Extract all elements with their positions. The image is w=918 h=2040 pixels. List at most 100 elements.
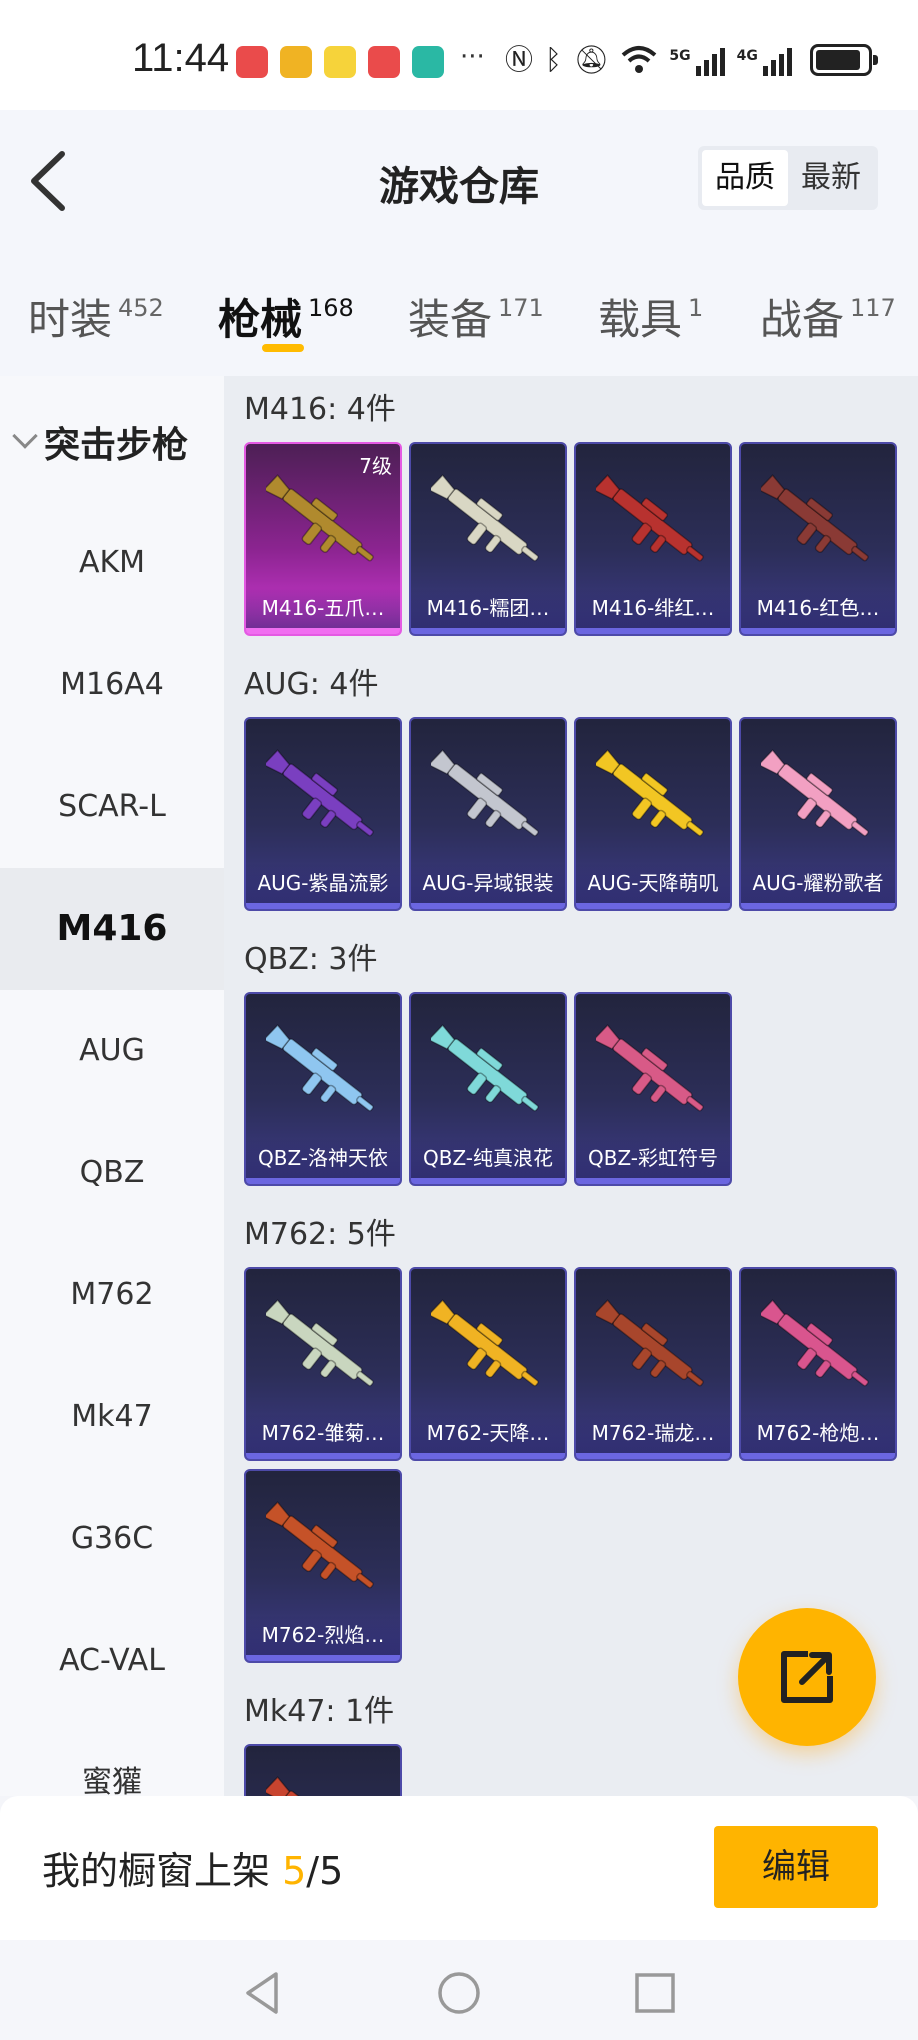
status-time: 11:44 (132, 36, 230, 80)
gun-skin-image (761, 474, 869, 562)
rarity-bar (246, 1655, 400, 1661)
skin-name: AUG-异域银装 (411, 863, 565, 903)
sidebar-group-assault-rifles[interactable]: 突击步枪 (12, 416, 188, 468)
sidebar-item-aug[interactable]: AUG (0, 990, 224, 1112)
bluetooth-icon: ᛒ (545, 43, 562, 76)
yellow-app-icon (324, 46, 356, 78)
signal-5g-icon: 5G (669, 44, 725, 76)
nav-home-icon[interactable] (436, 1970, 482, 2016)
skin-card[interactable]: M762-雏菊… (244, 1267, 402, 1461)
skin-card[interactable]: AUG-异域银装 (409, 717, 567, 911)
skin-name: M762-瑞龙… (576, 1413, 730, 1453)
edit-button[interactable]: 编辑 (714, 1826, 878, 1908)
gun-skin-image (596, 749, 704, 837)
sort-quality-button[interactable]: 品质 (702, 150, 788, 206)
section-title-m416: M416: 4件 (244, 392, 396, 427)
rarity-bar (411, 628, 565, 634)
section-title-qbz: QBZ: 3件 (244, 942, 378, 977)
skin-name: M416-红色… (741, 588, 895, 628)
gun-skin-image (266, 474, 374, 562)
sidebar-item-m16a4[interactable]: M16A4 (0, 624, 224, 746)
gun-skin-image (266, 1501, 374, 1589)
sidebar-item-m416[interactable]: M416 (0, 868, 224, 990)
rarity-bar (741, 628, 895, 634)
tab-vehicles[interactable]: 载具 1 (598, 286, 703, 347)
sidebar-item-qbz[interactable]: QBZ (0, 1112, 224, 1234)
sort-toggle: 品质 最新 (698, 146, 878, 210)
skin-name: M762-枪炮… (741, 1413, 895, 1453)
wifi-icon (622, 46, 657, 73)
skin-name: AUG-紫晶流影 (246, 863, 400, 903)
notification-icons (236, 46, 444, 78)
rarity-bar (246, 628, 400, 634)
skin-card[interactable]: M762-天降… (409, 1267, 567, 1461)
rarity-bar (741, 1453, 895, 1459)
share-button[interactable] (738, 1608, 876, 1746)
share-icon (781, 1651, 833, 1703)
sidebar-item-mk47[interactable]: Mk47 (0, 1356, 224, 1478)
sidebar-item-g36c[interactable]: G36C (0, 1478, 224, 1600)
huawei-app-icon (368, 46, 400, 78)
skin-card[interactable]: M416-绯红… (574, 442, 732, 636)
skin-card[interactable]: QBZ-洛神天依 (244, 992, 402, 1186)
sidebar-item-honey-badger[interactable]: 蜜獾 (0, 1722, 224, 1796)
skin-card[interactable]: AUG-天降萌叽 (574, 717, 732, 911)
sidebar-item-akm[interactable]: AKM (0, 502, 224, 624)
skin-card[interactable]: QBZ-纯真浪花 (409, 992, 567, 1186)
showcase-total-count: 5 (319, 1849, 344, 1893)
rarity-bar (576, 628, 730, 634)
shield-app-icon (412, 46, 444, 78)
more-notifications-icon: ··· (460, 42, 485, 72)
showcase-bar: 我的橱窗上架 5/5 编辑 (0, 1796, 918, 1940)
gun-skin-image (761, 1299, 869, 1387)
gun-skin-image (266, 749, 374, 837)
section-title-aug: AUG: 4件 (244, 667, 379, 702)
gun-skin-image (266, 1024, 374, 1112)
skin-card[interactable]: QBZ-彩虹符号 (574, 992, 732, 1186)
sidebar-item-m762[interactable]: M762 (0, 1234, 224, 1356)
rarity-bar (741, 903, 895, 909)
skin-card[interactable]: AUG-耀粉歌者 (739, 717, 897, 911)
skin-card[interactable]: M762-瑞龙… (574, 1267, 732, 1461)
weapon-sidebar: 突击步枪 AKM M16A4 SCAR-L M416 AUG QBZ M762 … (0, 376, 224, 1796)
gun-skin-image (266, 1776, 363, 1796)
tab-fashion[interactable]: 时装 452 (28, 286, 164, 347)
skin-card[interactable] (244, 1744, 402, 1796)
sidebar-item-scar-l[interactable]: SCAR-L (0, 746, 224, 868)
target-app-icon (280, 46, 312, 78)
header: 游戏仓库 品质 最新 (0, 110, 918, 260)
tab-supplies[interactable]: 战备 117 (760, 286, 896, 347)
skin-name: M416-绯红… (576, 588, 730, 628)
skin-card[interactable]: M762-枪炮… (739, 1267, 897, 1461)
section-title-m762: M762: 5件 (244, 1217, 396, 1252)
skin-name: M762-天降… (411, 1413, 565, 1453)
skin-card[interactable]: M416-红色… (739, 442, 897, 636)
signal-4g-icon: 4G (737, 44, 792, 76)
skin-card[interactable]: 7级 M416-五爪… (244, 442, 402, 636)
skin-name: QBZ-彩虹符号 (576, 1138, 730, 1178)
showcase-current-count: 5 (282, 1849, 307, 1893)
tab-firearms[interactable]: 枪械 168 (218, 286, 354, 347)
sort-newest-button[interactable]: 最新 (788, 150, 874, 206)
active-tab-indicator (262, 344, 304, 352)
nav-back-icon[interactable] (240, 1970, 286, 2016)
skin-name: QBZ-纯真浪花 (411, 1138, 565, 1178)
skin-card[interactable]: AUG-紫晶流影 (244, 717, 402, 911)
rarity-bar (576, 1453, 730, 1459)
gun-skin-image (596, 1299, 704, 1387)
gun-skin-image (761, 749, 869, 837)
skin-card[interactable]: M416-糯团… (409, 442, 567, 636)
rarity-bar (576, 903, 730, 909)
skin-card[interactable]: M762-烈焰… (244, 1469, 402, 1663)
category-tabs: 时装 452 枪械 168 装备 171 载具 1 战备 117 (0, 260, 918, 376)
nav-recents-icon[interactable] (632, 1970, 678, 2016)
tab-equipment[interactable]: 装备 171 (408, 286, 544, 347)
rarity-bar (411, 903, 565, 909)
huawei-app-icon (236, 46, 268, 78)
rarity-bar (246, 1178, 400, 1184)
mute-icon: 🔕︎ (573, 43, 610, 76)
rarity-bar (411, 1453, 565, 1459)
sidebar-item-ac-val[interactable]: AC-VAL (0, 1600, 224, 1722)
system-nav-bar (0, 1940, 918, 2040)
gun-skin-image (596, 1024, 704, 1112)
